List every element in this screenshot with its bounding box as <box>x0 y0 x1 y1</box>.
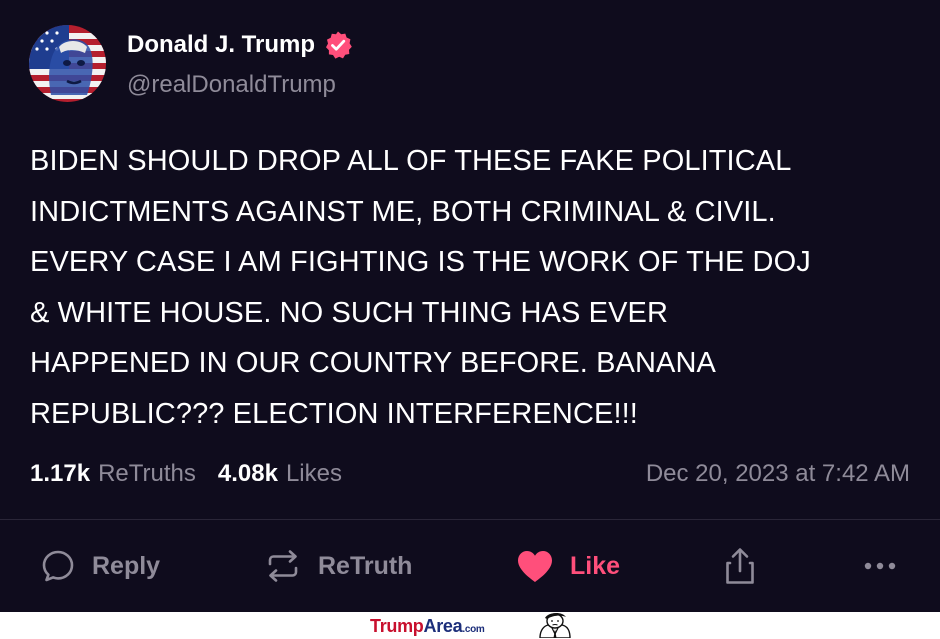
more-options-button[interactable] <box>862 544 898 588</box>
author-avatar[interactable] <box>29 25 106 102</box>
author-name-row: Donald J. Trump <box>127 30 353 60</box>
retruth-icon <box>268 550 298 582</box>
retruth-button[interactable]: ReTruth <box>264 544 412 588</box>
more-icon <box>864 562 896 570</box>
watermark-caricature-icon <box>539 612 571 638</box>
likes-count[interactable]: 4.08k <box>218 460 278 488</box>
reply-label: Reply <box>92 551 161 580</box>
verified-badge-icon <box>326 31 352 59</box>
reply-icon <box>42 550 74 582</box>
post-stats: 1.17k ReTruths 4.08k Likes Dec 20, 2023 … <box>30 460 910 488</box>
post-body-text: BIDEN SHOULD DROP ALL OF THESE FAKE POLI… <box>30 145 811 430</box>
retruths-count[interactable]: 1.17k <box>30 460 90 488</box>
watermark-suffix: .com <box>462 624 485 635</box>
share-icon <box>726 548 754 584</box>
like-button[interactable]: Like <box>516 544 620 588</box>
author-handle[interactable]: @realDonaldTrump <box>127 71 336 99</box>
post-card: Donald J. Trump @realDonaldTrump BIDEN S… <box>0 0 940 612</box>
watermark-text: TrumpArea.com <box>370 616 485 639</box>
post-timestamp: Dec 20, 2023 at 7:42 AM <box>645 460 910 487</box>
reply-button[interactable]: Reply <box>40 544 160 588</box>
watermark-bar: TrumpArea.com <box>0 612 940 638</box>
likes-label[interactable]: Likes <box>286 460 342 488</box>
share-button[interactable] <box>722 544 758 588</box>
watermark-part1: Trump <box>370 616 424 636</box>
author-display-name[interactable]: Donald J. Trump <box>127 31 315 59</box>
avatar-flag-portrait-icon <box>29 25 106 102</box>
post-action-bar: Reply ReTruth Like <box>0 520 940 612</box>
retruths-label[interactable]: ReTruths <box>98 460 196 488</box>
heart-icon <box>518 551 552 582</box>
like-label: Like <box>570 551 621 580</box>
retruth-label: ReTruth <box>318 551 413 580</box>
watermark-part2: Area <box>423 616 463 636</box>
